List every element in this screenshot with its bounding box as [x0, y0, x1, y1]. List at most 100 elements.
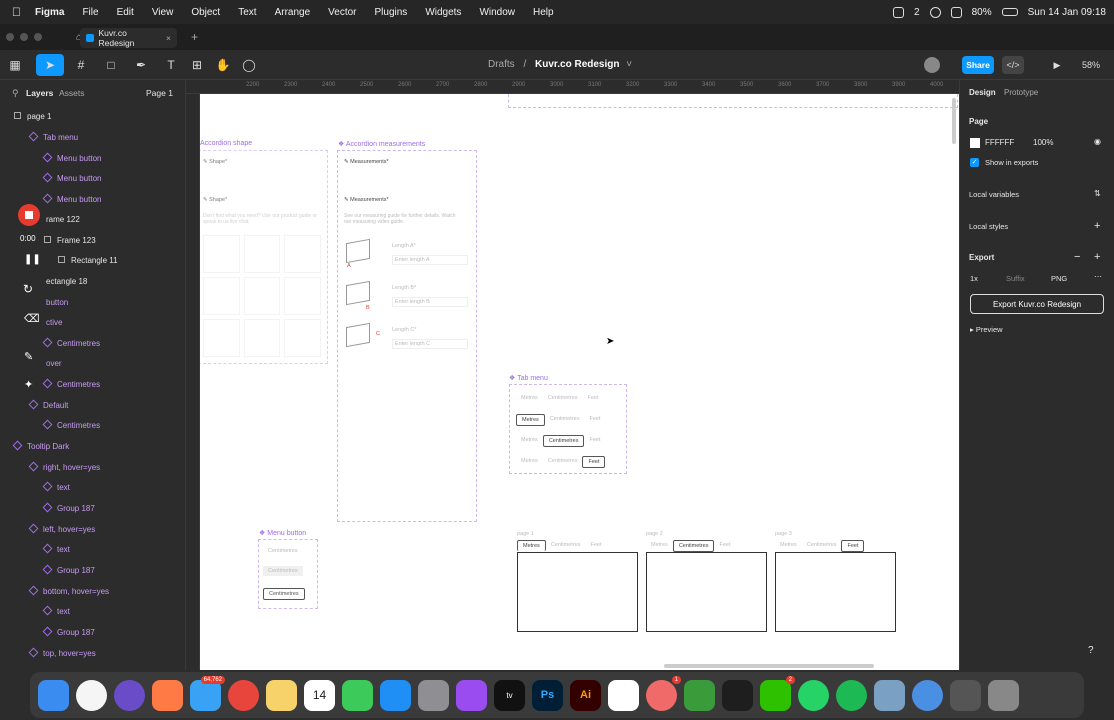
menu-button-hover[interactable]: Centimetres — [263, 566, 303, 576]
local-variables[interactable]: Local variables — [969, 190, 1019, 199]
avatar[interactable] — [924, 57, 940, 73]
layer-item[interactable]: bottom, hover=yes — [28, 585, 109, 596]
dev-mode-icon[interactable]: </> — [1002, 56, 1024, 74]
layer-item[interactable]: Tab menu — [28, 131, 78, 142]
breadcrumb-drafts[interactable]: Drafts — [488, 59, 515, 70]
apple-tv-icon[interactable]: tv — [494, 679, 525, 711]
export-button[interactable]: Export Kuvr.co Redesign — [970, 294, 1104, 314]
new-tab-icon[interactable]: + — [191, 30, 198, 44]
layer-item[interactable]: Group 187 — [42, 564, 95, 575]
menu-button-default[interactable]: Centimetres — [268, 548, 298, 554]
menu-plugins[interactable]: Plugins — [375, 7, 408, 18]
wifi-icon[interactable] — [929, 6, 941, 18]
search-icon[interactable]: ⚲ — [12, 88, 19, 99]
text-tool-icon[interactable]: T — [162, 56, 180, 74]
file-tab[interactable]: Kuvr.co Redesign × — [80, 28, 177, 48]
accordion-shape-frame[interactable]: ✎ Shape* ✎ Shape* Don't find what you ne… — [200, 150, 328, 364]
menu-object[interactable]: Object — [191, 7, 220, 18]
layer-item[interactable]: button — [46, 298, 68, 307]
downloads-icon[interactable] — [912, 679, 943, 711]
export-format[interactable]: PNG — [1051, 274, 1067, 283]
page-1-tabs[interactable]: Metres Centimetres Feet — [517, 540, 606, 551]
effects-icon[interactable]: ✦ — [24, 378, 33, 391]
battery-level[interactable]: 80% — [972, 7, 992, 18]
preview-toggle[interactable]: ▸ Preview — [970, 325, 1003, 334]
variables-icon[interactable]: ⇅ — [1094, 189, 1101, 198]
layer-item[interactable]: text — [42, 605, 70, 616]
tab-menu-variant[interactable]: Metres Centimetres Feet — [516, 414, 605, 426]
tab-menu-frame[interactable]: Metres Centimetres Feet Metres Centimetres F… — [509, 384, 627, 474]
pen-tool-icon[interactable]: ✒ — [132, 56, 150, 74]
local-styles[interactable]: Local styles — [969, 222, 1008, 231]
chrome-icon[interactable] — [228, 679, 259, 711]
menu-window[interactable]: Window — [479, 7, 515, 18]
apple-icon[interactable]:  — [12, 5, 21, 19]
layer-item[interactable]: Rectangle 11 — [58, 256, 118, 265]
restart-icon[interactable]: ↻ — [23, 282, 33, 296]
tab-layers[interactable]: Layers — [26, 88, 53, 98]
layer-item[interactable]: ectangle 18 — [46, 277, 87, 286]
launchpad-icon[interactable] — [152, 679, 183, 711]
remove-export-icon[interactable]: − — [1074, 251, 1080, 263]
horizontal-scrollbar[interactable] — [664, 664, 874, 668]
tab-prototype[interactable]: Prototype — [1004, 88, 1038, 97]
messages-icon[interactable] — [342, 679, 373, 711]
menu-edit[interactable]: Edit — [117, 7, 134, 18]
layer-item[interactable]: Menu button — [42, 172, 101, 183]
slack-icon[interactable] — [608, 679, 639, 711]
main-menu-icon[interactable]: ▦ — [6, 56, 24, 74]
window-minimize-icon[interactable] — [20, 33, 28, 41]
menu-button-frame[interactable]: Centimetres Centimetres Centimetres — [258, 539, 318, 609]
resources-icon[interactable]: ⊞ — [188, 56, 206, 74]
layer-item[interactable]: Menu button — [42, 152, 101, 163]
menu-widgets[interactable]: Widgets — [425, 7, 461, 18]
layer-item[interactable]: Group 187 — [42, 502, 95, 513]
draw-icon[interactable]: ✎ — [24, 350, 33, 363]
calendar-icon[interactable]: 14 — [304, 679, 335, 711]
length-c-input[interactable]: Enter length C — [392, 339, 468, 349]
help-icon[interactable]: ? — [1088, 645, 1094, 656]
bg-color-value[interactable]: FFFFFF — [985, 138, 1014, 147]
menu-app-name[interactable]: Figma — [35, 7, 64, 18]
add-style-icon[interactable]: + — [1094, 220, 1100, 232]
frame-label-menu-button[interactable]: ❖ Menu button — [259, 529, 306, 537]
comment-tool-icon[interactable]: ◯ — [240, 56, 258, 74]
whatsapp-icon[interactable] — [798, 679, 829, 711]
accordion-measurements-frame[interactable]: ✎ Measurements* ✎ Measurements* See our … — [337, 150, 477, 522]
spotify-icon[interactable] — [836, 679, 867, 711]
layer-item[interactable]: top, hover=yes — [28, 647, 96, 658]
add-export-icon[interactable]: + — [1094, 251, 1100, 263]
share-button[interactable]: Share — [962, 56, 994, 74]
layer-item[interactable]: Centimetres — [42, 378, 100, 389]
system-settings-icon[interactable] — [418, 679, 449, 711]
page-selector[interactable]: Page 1 — [146, 88, 173, 98]
notification-count[interactable]: 2 — [914, 7, 920, 18]
more-options-icon[interactable]: ⋯ — [1094, 272, 1102, 281]
shape-tool-icon[interactable]: □ — [102, 56, 120, 74]
layer-item[interactable]: Group 187 — [42, 626, 95, 637]
figma-app-icon[interactable] — [722, 679, 753, 711]
photoshop-icon[interactable]: Ps — [532, 679, 563, 711]
menu-file[interactable]: File — [82, 7, 98, 18]
podcasts-icon[interactable] — [456, 679, 487, 711]
export-suffix[interactable]: Suffix — [1006, 274, 1025, 283]
tab-design[interactable]: Design — [969, 88, 996, 97]
close-tab-icon[interactable]: × — [166, 33, 171, 43]
siri-icon[interactable] — [114, 679, 145, 711]
zoom-level[interactable]: 58% — [1078, 56, 1104, 74]
trash-bin-icon[interactable] — [988, 679, 1019, 711]
menu-vector[interactable]: Vector — [328, 7, 356, 18]
layer-item[interactable]: Centimetres — [42, 337, 100, 348]
menu-help[interactable]: Help — [533, 7, 554, 18]
grocery-app-icon[interactable] — [684, 679, 715, 711]
layer-item[interactable]: right, hover=yes — [28, 461, 100, 472]
frame-label-tab-menu[interactable]: ❖ Tab menu — [509, 374, 548, 382]
tab-menu-variant[interactable]: Metres Centimetres Feet — [516, 393, 603, 403]
mail-icon[interactable]: 64,762 — [190, 675, 225, 711]
menu-arrange[interactable]: Arrange — [275, 7, 311, 18]
tab-menu-variant[interactable]: Metres Centimetres Feet — [516, 456, 606, 468]
illustrator-icon[interactable]: Ai — [570, 679, 601, 711]
status-icon[interactable] — [893, 6, 905, 18]
menu-text[interactable]: Text — [238, 7, 256, 18]
clock[interactable]: Sun 14 Jan 09:18 — [1028, 7, 1106, 18]
